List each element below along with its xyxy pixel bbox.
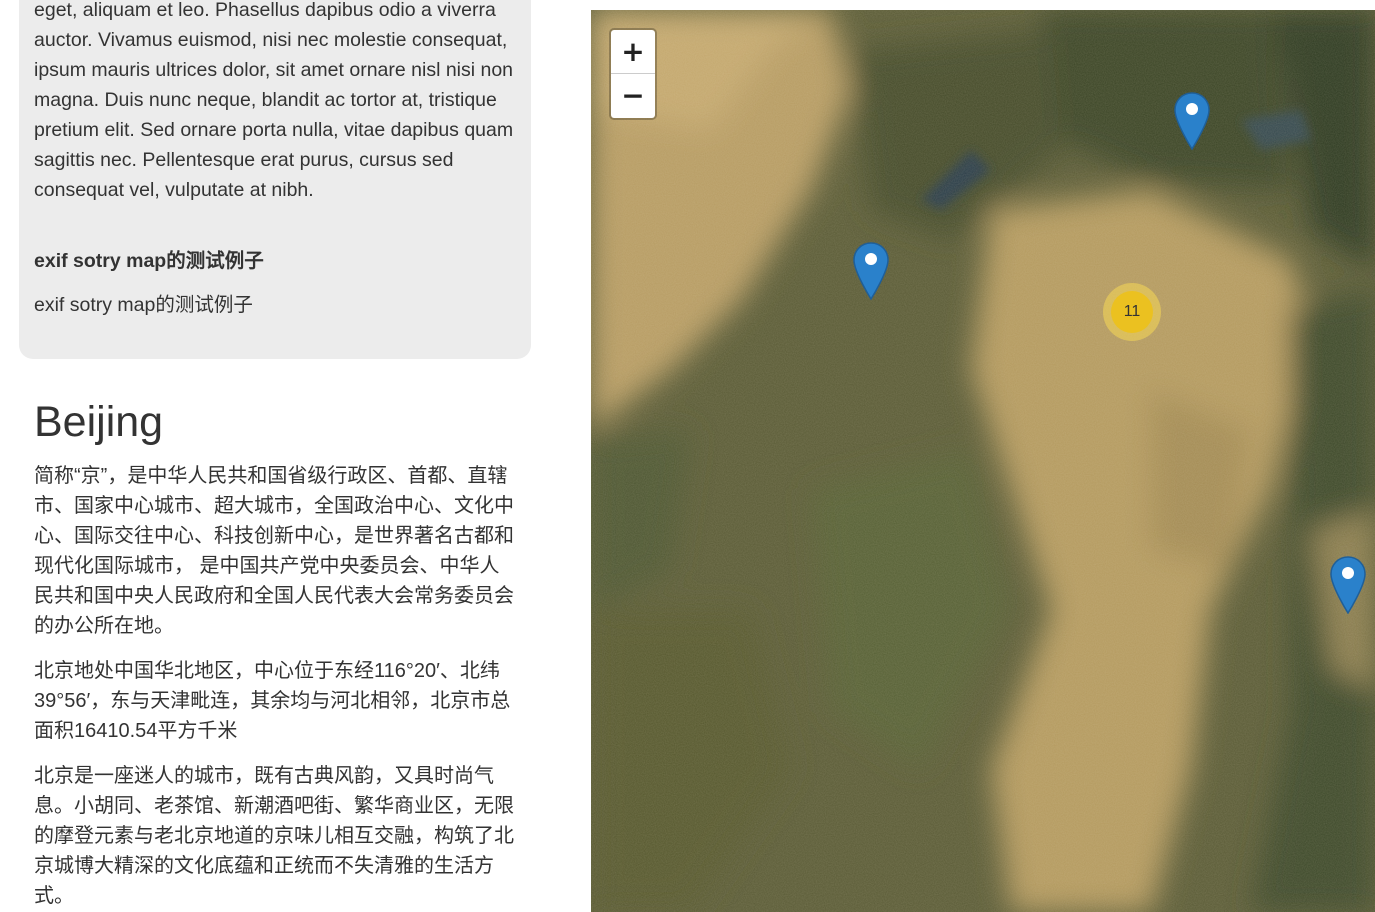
story-panel: eget, aliquam et leo. Phasellus dapibus … <box>0 0 560 912</box>
city-paragraph: 简称“京”，是中华人民共和国省级行政区、首都、直辖市、国家中心城市、超大城市，全… <box>34 465 514 637</box>
zoom-control: + − <box>609 28 657 120</box>
satellite-imagery <box>591 10 1375 912</box>
map-pin-icon <box>1330 556 1366 615</box>
map-pin-icon <box>853 242 889 301</box>
city-paragraph: 北京地处中国华北地区，中心位于东经116°20′、北纬39°56′，东与天津毗连… <box>34 660 511 742</box>
map-marker[interactable] <box>852 241 890 301</box>
story-body-text: eget, aliquam et leo. Phasellus dapibus … <box>34 0 514 201</box>
story-heading: exif sotry map的测试例子 <box>34 250 264 272</box>
map-pin-icon <box>1174 92 1210 151</box>
zoom-out-button[interactable]: − <box>611 74 655 117</box>
map-marker[interactable] <box>1173 91 1211 151</box>
city-paragraph: 北京是一座迷人的城市，既有古典风韵，又具时尚气息。小胡同、老茶馆、新潮酒吧街、繁… <box>34 765 514 907</box>
story-card: eget, aliquam et leo. Phasellus dapibus … <box>19 0 531 359</box>
zoom-in-button[interactable]: + <box>611 30 655 74</box>
map-view[interactable]: + − 11 <box>591 10 1375 912</box>
cluster-count: 11 <box>1111 291 1153 333</box>
city-title: Beijing <box>34 398 164 446</box>
map-marker[interactable] <box>1329 555 1367 615</box>
marker-cluster[interactable]: 11 <box>1103 283 1161 341</box>
story-subtext: exif sotry map的测试例子 <box>34 294 253 316</box>
